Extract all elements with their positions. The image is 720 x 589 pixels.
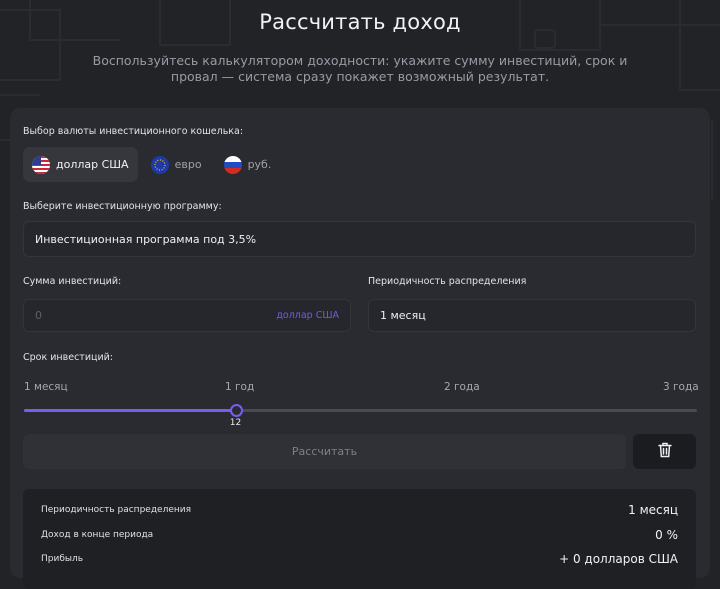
result-row: Прибыль + 0 долларов США [41,552,678,566]
delete-button[interactable] [633,434,696,469]
currency-tabs: доллар США евро руб. [23,147,280,182]
amount-placeholder: 0 [35,309,42,322]
period-select[interactable]: 1 месяц [368,299,696,332]
calculator-card: Выбор валюты инвестиционного кошелька: д… [10,108,710,589]
currency-tab-eur[interactable]: евро [142,147,211,182]
term-tick-1m: 1 месяц [24,381,68,393]
term-slider-thumb[interactable] [229,404,243,417]
ru-flag-icon [223,155,242,174]
amount-input[interactable]: 0 доллар США [23,299,351,332]
result-profit-value: + 0 долларов США [559,552,678,566]
amount-label: Сумма инвестиций: [23,276,122,287]
term-tick-1y: 1 год [225,381,255,393]
trash-icon [657,442,672,462]
currency-tab-rub-label: руб. [247,158,272,171]
us-flag-icon [32,155,50,174]
currency-tab-rub[interactable]: руб. [215,147,281,182]
currency-tab-usd-label: доллар США [56,158,129,171]
period-select-value: 1 месяц [380,309,426,322]
result-period-label: Периодичность распределения [41,505,192,515]
term-slider-value: 12 [229,418,242,428]
period-label: Периодичность распределения [368,276,527,287]
amount-currency-suffix: доллар США [276,310,339,321]
currency-tab-eur-label: евро [174,158,202,171]
currency-tab-usd[interactable]: доллар США [23,147,138,182]
result-profit-label: Прибыль [41,554,84,564]
currency-label: Выбор валюты инвестиционного кошелька: [23,126,244,137]
result-income-label: Доход в конце периода [41,530,154,540]
program-select-value: Инвестиционная программа под 3,5% [35,232,257,246]
page-title: Рассчитать доход [259,10,461,34]
result-row: Доход в конце периода 0 % [41,528,678,542]
term-slider-track[interactable] [24,404,697,417]
calculate-button[interactable]: Рассчитать [23,434,626,469]
result-period-value: 1 месяц [628,503,678,517]
term-slider-fill [24,409,236,412]
program-label: Выберите инвестиционную программу: [23,201,222,212]
page-subtitle: Воспользуйтесь калькулятором доходности:… [92,53,628,84]
result-row: Периодичность распределения 1 месяц [41,503,678,517]
results-panel: Периодичность распределения 1 месяц Дохо… [23,489,696,589]
program-select[interactable]: Инвестиционная программа под 3,5% [23,221,696,257]
result-income-value: 0 % [655,528,678,542]
term-tick-2y: 2 года [444,381,480,393]
eu-flag-icon [150,155,169,174]
term-label: Срок инвестиций: [23,352,114,363]
term-tick-3y: 3 года [663,381,699,393]
